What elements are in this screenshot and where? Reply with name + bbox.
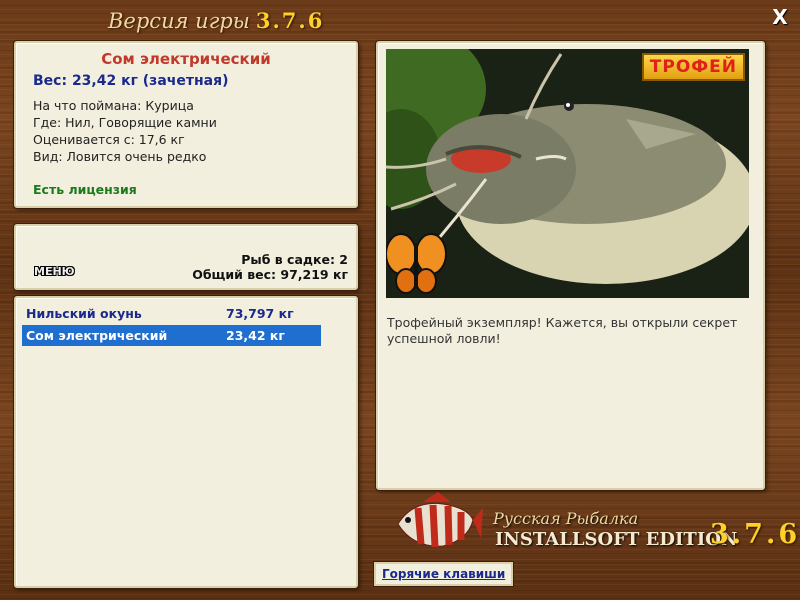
- fish-info-panel: Сом электрический Вес: 23,42 кг (зачетна…: [14, 41, 358, 208]
- list-item-selected[interactable]: Сом электрический 23,42 кг: [22, 325, 321, 346]
- fish-name: Сом электрический: [101, 50, 271, 68]
- brand-edition: INSTALLSOFT EDITION: [495, 529, 738, 550]
- catfish-image: [386, 49, 749, 298]
- brand-fish-logo: [397, 492, 483, 548]
- list-item-weight: 23,42 кг: [226, 328, 285, 343]
- brand-version: 3.7.6: [710, 519, 800, 550]
- cage-fish-count: Рыб в садке: 2: [241, 252, 348, 267]
- catch-location: Где: Нил, Говорящие камни: [33, 115, 217, 130]
- license-status: Есть лицензия: [33, 182, 137, 197]
- brand-title: Русская Рыбалка: [493, 509, 639, 528]
- rarity: Вид: Ловится очень редко: [33, 149, 207, 164]
- catch-list: Нильский окунь 73,797 кг Сом электрическ…: [14, 296, 358, 588]
- window-title: Версия игры 3.7.6: [108, 8, 324, 33]
- close-button[interactable]: X: [770, 5, 790, 29]
- menu-button[interactable]: МЕНЮ: [34, 265, 75, 278]
- fish-facts: На что поймана: Курица Где: Нил, Говорящ…: [33, 97, 217, 165]
- fish-weight: Вес: 23,42 кг (зачетная): [33, 73, 229, 89]
- close-icon: X: [772, 5, 788, 29]
- title-prefix: Версия игры: [108, 9, 250, 33]
- fish-detail-panel: ТРОФЕЙ Трофейный экземпляр! Кажется, вы …: [376, 41, 765, 490]
- hotkeys-button[interactable]: Горячие клавиши: [374, 562, 514, 586]
- caught-on: На что поймана: Курица: [33, 98, 194, 113]
- list-item-weight: 73,797 кг: [226, 306, 294, 321]
- cage-panel: МЕНЮ Рыб в садке: 2 Общий вес: 97,219 кг: [14, 224, 358, 290]
- rated-from: Оценивается с: 17,6 кг: [33, 132, 185, 147]
- list-item[interactable]: Нильский окунь 73,797 кг: [22, 303, 321, 324]
- trophy-badge: ТРОФЕЙ: [641, 53, 745, 81]
- cage-total-weight: Общий вес: 97,219 кг: [192, 267, 348, 282]
- list-item-name: Сом электрический: [26, 328, 168, 343]
- title-version: 3.7.6: [255, 8, 325, 33]
- fish-photo: ТРОФЕЙ: [386, 49, 749, 298]
- trophy-description: Трофейный экземпляр! Кажется, вы открыли…: [387, 315, 738, 346]
- list-item-name: Нильский окунь: [26, 306, 142, 321]
